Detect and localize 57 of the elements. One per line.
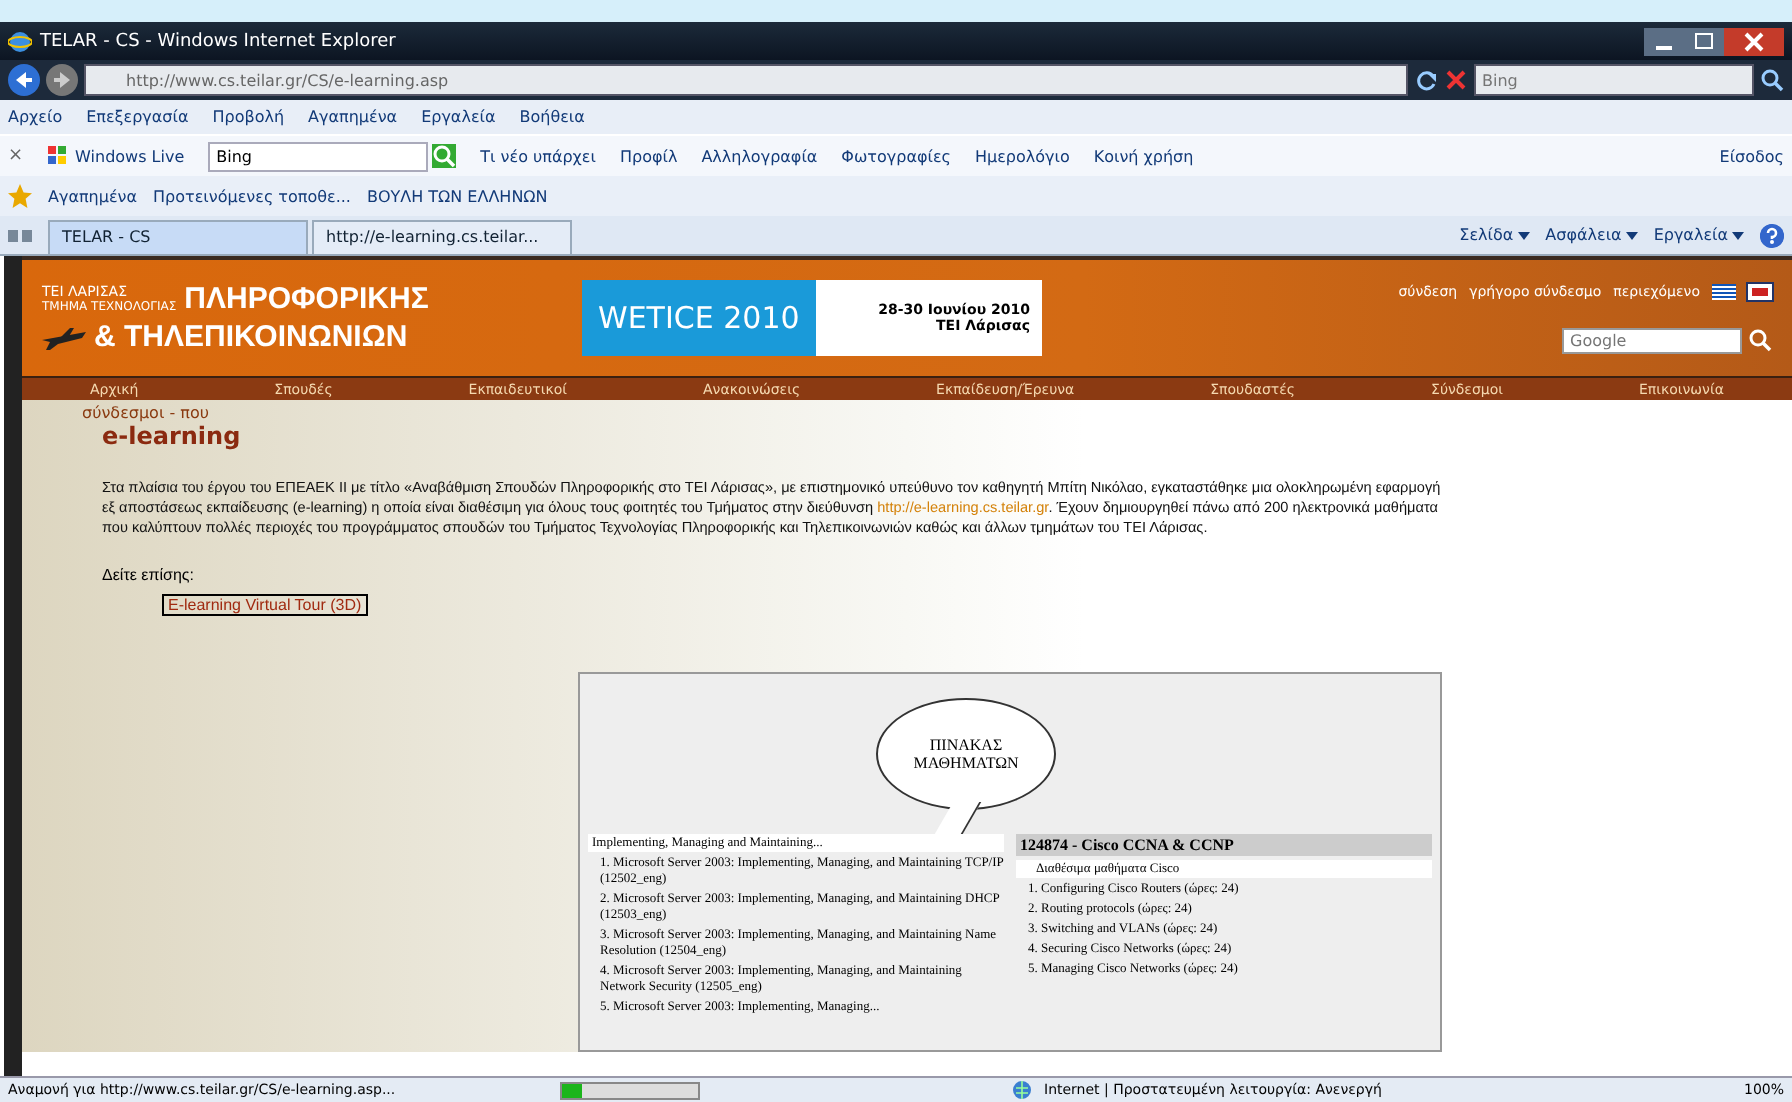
forward-button[interactable]: [46, 64, 78, 96]
window-title: TELAR - CS - Windows Internet Explorer: [40, 31, 398, 51]
toolbar-link[interactable]: Windows Live: [75, 147, 185, 165]
address-field[interactable]: http://www.cs.teilar.gr/CS/e-learning.asp: [84, 64, 1408, 96]
quick-tabs-button[interactable]: [8, 225, 36, 245]
menu-item[interactable]: Επεξεργασία: [86, 108, 189, 126]
link[interactable]: E-learning Virtual Tour (3D): [162, 594, 368, 616]
toolbar-link[interactable]: Ημερολόγιο: [974, 147, 1070, 165]
star-icon[interactable]: [8, 184, 32, 208]
see-also-label: Δείτε επίσης:: [102, 566, 196, 584]
close-button[interactable]: ×: [8, 146, 24, 166]
favorite-link[interactable]: Προτεινόμενες τοποθε...: [153, 187, 351, 205]
maximize-button[interactable]: [1684, 27, 1724, 55]
toolbar-link[interactable]: Τι νέο υπάρχει: [480, 147, 596, 165]
stop-icon[interactable]: [1444, 68, 1468, 92]
search-field[interactable]: Bing: [208, 141, 429, 171]
command-button[interactable]: Σελίδα: [1459, 226, 1530, 244]
speech-bubble: ΠΙΝΑΚΑΣ ΜΑΘΗΜΑΤΩΝ: [876, 698, 1056, 810]
search-icon[interactable]: [1748, 328, 1772, 352]
toolbar-link[interactable]: Αλληλογραφία: [701, 147, 818, 165]
plane-icon: [42, 325, 86, 349]
back-button[interactable]: [8, 64, 40, 96]
caret-icon: [1517, 231, 1530, 239]
globe-icon: [1012, 1080, 1032, 1100]
menu-item[interactable]: Αγαπημένα: [308, 108, 398, 126]
windows-logo-icon: [47, 146, 68, 166]
menu-item[interactable]: Προβολή: [212, 108, 285, 126]
greek-flag-icon[interactable]: [1712, 283, 1736, 299]
toolbar-link[interactable]: Κοινή χρήση: [1093, 147, 1194, 165]
toolbar-link[interactable]: Φωτογραφίες: [841, 147, 951, 165]
breadcrumb: σύνδεσμοι - που: [80, 404, 211, 422]
minimize-button[interactable]: [1644, 27, 1684, 55]
menu-item[interactable]: Εργαλεία: [421, 108, 496, 126]
bubble-tail-icon: [934, 802, 982, 834]
search-icon[interactable]: [1760, 68, 1784, 92]
refresh-icon[interactable]: [1414, 68, 1438, 92]
favorites-button[interactable]: Αγαπημένα: [48, 187, 138, 205]
list-heading: 124874 - Cisco CCNA & CCNP: [1016, 834, 1432, 856]
menu-item[interactable]: Αρχείο: [8, 108, 63, 126]
favorite-link[interactable]: ΒΟΥΛΗ ΤΩΝ ΕΛΛΗΝΩΝ: [366, 187, 548, 205]
close-button[interactable]: [1724, 27, 1784, 55]
browser-tab[interactable]: TELAR - CS: [48, 220, 308, 254]
signin-link[interactable]: Είσοδος: [1719, 147, 1784, 165]
browser-tab[interactable]: http://e-learning.cs.teilar...: [312, 220, 572, 254]
search-field[interactable]: Google: [1562, 327, 1742, 353]
site-title: & ΤΗΛΕΠΙΚΟΙΝΩΝΙΩΝ: [94, 320, 408, 354]
caret-icon: [1625, 231, 1638, 239]
command-button[interactable]: Ασφάλεια: [1545, 226, 1638, 244]
command-button[interactable]: Εργαλεία: [1653, 226, 1744, 244]
page-heading: e-learning: [100, 422, 243, 450]
browser-logo-icon: [8, 29, 32, 53]
caret-icon: [1732, 231, 1744, 239]
menu-item[interactable]: Βοήθεια: [519, 108, 585, 126]
site-title: ΠΛΗΡΟΦΟΡΙΚΗΣ: [184, 282, 429, 316]
search-field[interactable]: Bing: [1474, 64, 1754, 96]
toolbar-link[interactable]: Προφίλ: [619, 147, 678, 165]
help-icon[interactable]: [1760, 223, 1784, 247]
